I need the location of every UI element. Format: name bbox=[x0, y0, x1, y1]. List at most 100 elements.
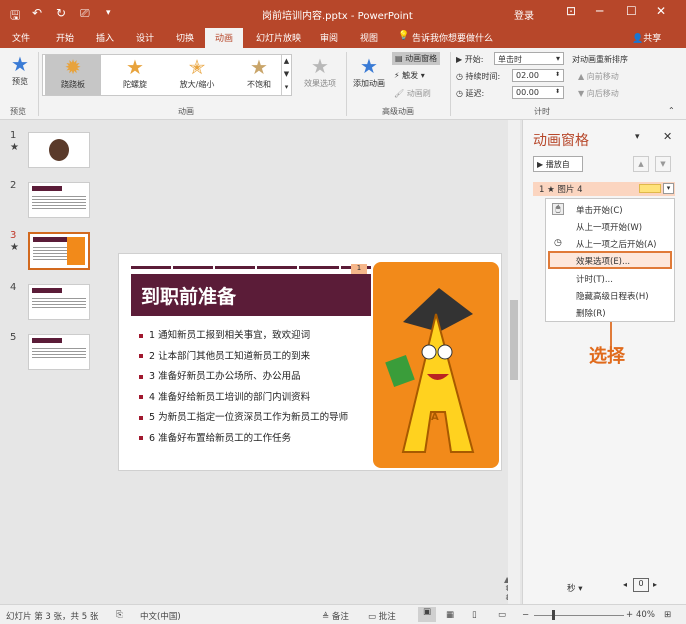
move-earlier-button[interactable]: ▲ 向前移动 bbox=[578, 71, 619, 82]
trigger-label: 触发 bbox=[402, 71, 419, 80]
timeline-scroll-left[interactable]: ◂ bbox=[623, 580, 627, 589]
effect-options-label: 效果选项 bbox=[304, 79, 336, 88]
slide-sorter-icon[interactable]: ▦ bbox=[446, 610, 454, 620]
spell-check-icon[interactable]: ⎘ bbox=[116, 610, 123, 620]
chevron-down-icon: ▾ bbox=[575, 584, 583, 594]
animation-pane-button[interactable]: ▤ 动画窗格 bbox=[392, 52, 441, 65]
zoom-in-icon[interactable]: + bbox=[626, 610, 633, 620]
slide-info: 幻灯片 第 3 张，共 5 张 bbox=[6, 612, 99, 622]
bullet-item: 4 准备好给新员工培训的部门内训资料 bbox=[139, 389, 348, 403]
animation-pane-title: 动画窗格 bbox=[533, 133, 589, 149]
gallery-scroll[interactable]: ▲ ▼ ▾ bbox=[281, 55, 291, 95]
delay-input[interactable]: 00.00 ⬍ bbox=[512, 86, 564, 99]
bullet-list[interactable]: 1 通知新员工报到相关事宜，致欢迎词 2 让本部门其他员工知道新员工的到来 3 … bbox=[139, 327, 348, 450]
tab-view[interactable]: 视图 bbox=[360, 31, 378, 44]
customize-qat-icon[interactable]: ▾ bbox=[106, 8, 111, 18]
add-animation-button[interactable]: ★ 添加动画 bbox=[350, 54, 388, 89]
comments-button[interactable]: ▭ 批注 bbox=[368, 610, 396, 622]
menu-item-hide-timeline[interactable]: 隐藏高级日程表(H) bbox=[576, 290, 649, 302]
preview-group-label: 预览 bbox=[10, 107, 26, 116]
normal-view-icon[interactable]: ▣ bbox=[418, 607, 436, 622]
tab-insert[interactable]: 插入 bbox=[96, 31, 114, 44]
slide[interactable]: 到职前准备 1 1 通知新员工报到相关事宜，致欢迎词 2 让本部门其他员工知道新… bbox=[118, 253, 502, 471]
effect-spin[interactable]: ★ 陀螺旋 bbox=[107, 55, 163, 95]
maximize-icon[interactable]: ☐ bbox=[626, 4, 637, 18]
move-up-icon[interactable]: ▲ bbox=[633, 156, 649, 172]
zoom-slider-track[interactable] bbox=[534, 615, 624, 616]
tab-animations[interactable]: 动画 bbox=[205, 28, 244, 48]
ribbon-display-options-icon[interactable]: ⊡ bbox=[566, 4, 576, 18]
thumb-text-lines bbox=[32, 296, 86, 310]
zoom-out-icon[interactable]: − bbox=[522, 610, 529, 620]
animation-list-item[interactable]: 1 ★ 图片 4 ▾ bbox=[533, 182, 675, 196]
bullet-text: 2 让本部门其他员工知道新员工的到来 bbox=[149, 350, 311, 362]
move-later-button[interactable]: ▼ 向后移动 bbox=[578, 88, 619, 99]
spinner-icon[interactable]: ⬍ bbox=[555, 88, 560, 95]
slideshow-icon[interactable]: ▭ bbox=[498, 610, 506, 620]
animation-painter-button[interactable]: 🖌 动画刷 bbox=[394, 88, 431, 99]
slide-thumbnail-4[interactable] bbox=[28, 284, 90, 320]
animation-item-label: 1 ★ 图片 4 bbox=[539, 185, 583, 195]
minimize-icon[interactable]: ─ bbox=[596, 4, 603, 18]
close-pane-icon[interactable]: ✕ bbox=[663, 130, 672, 143]
menu-item-with-previous[interactable]: 从上一项开始(W) bbox=[576, 221, 642, 233]
share-button[interactable]: 👤共享 bbox=[632, 31, 661, 44]
move-earlier-label: 向前移动 bbox=[586, 72, 619, 81]
redo-icon[interactable]: ↻ bbox=[56, 6, 66, 20]
start-from-beginning-icon[interactable]: ⎚ bbox=[80, 6, 90, 21]
duration-input[interactable]: 02.00 ⬍ bbox=[512, 69, 564, 82]
timeline-scroll-right[interactable]: ▸ bbox=[653, 580, 657, 589]
menu-item-after-previous[interactable]: 从上一项之后开始(A) bbox=[576, 238, 656, 250]
fit-to-window-icon[interactable]: ⊞ bbox=[664, 610, 671, 620]
tell-me-search[interactable]: 告诉我你想要做什么 bbox=[412, 31, 493, 44]
notes-button[interactable]: ≜ 备注 bbox=[322, 610, 349, 622]
trigger-button[interactable]: ⚡ 触发 ▾ bbox=[394, 70, 425, 81]
undo-icon[interactable]: ↶ bbox=[32, 6, 42, 20]
effect-options-button[interactable]: ★ 效果选项 bbox=[300, 54, 340, 89]
zoom-level[interactable]: 40% bbox=[636, 610, 655, 620]
save-icon[interactable]: 🖫 bbox=[10, 6, 20, 27]
move-down-icon[interactable]: ▼ bbox=[655, 156, 671, 172]
slide-thumbnail-3[interactable] bbox=[28, 232, 90, 270]
tab-home[interactable]: 开始 bbox=[56, 31, 74, 44]
slide-thumbnail-5[interactable] bbox=[28, 334, 90, 370]
effect-desaturate[interactable]: ★ 不饱和 bbox=[231, 55, 287, 95]
language-indicator[interactable]: 中文(中国) bbox=[140, 610, 181, 622]
play-from-button[interactable]: ▶ 播放自 bbox=[533, 156, 583, 172]
animation-pane: 动画窗格 ▾ ✕ ▶ 播放自 ▲ ▼ 1 ★ 图片 4 ▾ 🖱 单击开始(C) 从… bbox=[522, 120, 686, 604]
slide-thumbnail-1[interactable] bbox=[28, 132, 90, 168]
cartoon-a-picture[interactable]: A bbox=[373, 262, 499, 468]
preview-button[interactable]: ★ 预览 bbox=[6, 52, 34, 102]
tab-review[interactable]: 审阅 bbox=[320, 31, 338, 44]
tab-transitions[interactable]: 切换 bbox=[176, 31, 194, 44]
person-icon: 👤 bbox=[632, 34, 644, 44]
item-dropdown-icon[interactable]: ▾ bbox=[663, 183, 674, 194]
reading-view-icon[interactable]: ▯ bbox=[472, 610, 477, 620]
menu-item-on-click[interactable]: 单击开始(C) bbox=[576, 204, 623, 216]
close-window-icon[interactable]: ✕ bbox=[656, 4, 666, 18]
scroll-thumb[interactable] bbox=[510, 300, 518, 380]
zoom-slider-thumb[interactable] bbox=[552, 610, 555, 620]
advanced-group-label: 高级动画 bbox=[382, 107, 414, 116]
effect-seesaw[interactable]: ✹ 跷跷板 bbox=[45, 55, 101, 95]
ribbon: ★ 预览 预览 ✹ 跷跷板 ★ 陀螺旋 ✭ 放大/缩小 ★ 不饱和 ▲ ▼ ▾ ★ … bbox=[0, 48, 686, 120]
menu-item-effect-options[interactable]: 效果选项(E)... bbox=[576, 255, 630, 267]
menu-item-remove[interactable]: 删除(R) bbox=[576, 307, 606, 319]
vertical-scrollbar[interactable] bbox=[508, 120, 520, 604]
delay-label-text: 延迟: bbox=[465, 89, 485, 98]
thumb-title-bar bbox=[32, 186, 62, 191]
tab-design[interactable]: 设计 bbox=[136, 31, 154, 44]
pane-options-icon[interactable]: ▾ bbox=[635, 132, 640, 142]
start-dropdown[interactable]: 单击时 ▾ bbox=[494, 52, 564, 65]
tab-file[interactable]: 文件 bbox=[12, 31, 30, 44]
slide-thumbnail-2[interactable] bbox=[28, 182, 90, 218]
spinner-icon[interactable]: ⬍ bbox=[555, 71, 560, 78]
effect-grow-shrink[interactable]: ✭ 放大/缩小 bbox=[169, 55, 225, 95]
seconds-dropdown[interactable]: 秒 ▾ bbox=[567, 582, 582, 594]
timeline-zoom-box[interactable]: 0 bbox=[633, 578, 649, 592]
login-link[interactable]: 登录 bbox=[514, 7, 534, 22]
menu-item-timing[interactable]: 计时(T)... bbox=[576, 273, 613, 285]
tab-slideshow[interactable]: 幻灯片放映 bbox=[256, 31, 301, 44]
collapse-ribbon-icon[interactable]: ⌃ bbox=[668, 106, 675, 115]
slide-title[interactable]: 到职前准备 bbox=[131, 274, 371, 316]
